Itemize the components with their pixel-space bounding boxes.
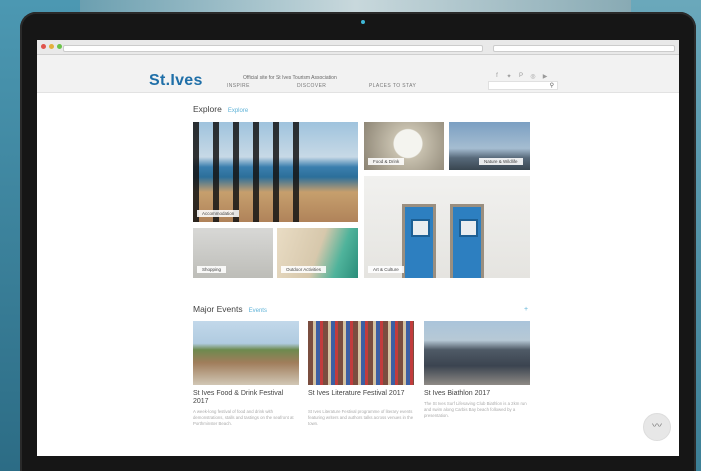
events-heading: Major Events Events	[193, 304, 267, 314]
event-image-food-drink[interactable]	[193, 321, 299, 385]
events-link[interactable]: Events	[249, 308, 267, 314]
events-title: Major Events	[193, 304, 243, 314]
explore-title: Explore	[193, 104, 222, 114]
facebook-icon[interactable]: f	[494, 73, 500, 80]
nav-item-places-to-stay[interactable]: PLACES TO STAY	[369, 83, 449, 89]
nav-item-inspire[interactable]: INSPIRE	[227, 83, 297, 89]
tile-label: Food & Drink	[368, 158, 405, 165]
site-tagline: Official site for St Ives Tourism Associ…	[243, 75, 337, 81]
browser-toolbar	[37, 40, 679, 55]
window-controls	[41, 44, 62, 49]
main-nav: INSPIRE DISCOVER PLACES TO STAY	[227, 83, 449, 89]
event-title[interactable]: St Ives Literature Festival 2017	[308, 390, 414, 398]
event-title[interactable]: St Ives Biathlon 2017	[424, 390, 530, 398]
search-icon[interactable]: ⚲	[550, 82, 554, 89]
tile-art-culture[interactable]: Art & Culture	[364, 176, 530, 278]
social-links: f ✦ P ◎ ▶	[494, 73, 548, 80]
maximize-window-icon[interactable]	[57, 44, 62, 49]
site-search-input[interactable]: ⚲	[488, 81, 558, 90]
explore-link[interactable]: Explore	[228, 108, 248, 114]
event-description: St Ives Literature Festival programme of…	[308, 409, 414, 426]
tile-accommodation[interactable]: Accommodation	[193, 122, 358, 222]
instagram-icon[interactable]: ◎	[530, 73, 536, 80]
event-image-literature[interactable]	[308, 321, 414, 385]
camera-icon	[361, 20, 365, 24]
tile-label: Outdoor Activities	[281, 266, 327, 273]
tile-shopping[interactable]: Shopping	[193, 228, 273, 278]
tile-food-drink[interactable]: Food & Drink	[364, 122, 444, 170]
blue-door-image	[402, 204, 436, 278]
tile-label: Accommodation	[197, 210, 240, 217]
close-window-icon[interactable]	[41, 44, 46, 49]
youtube-icon[interactable]: ▶	[542, 73, 548, 80]
tile-nature-wildlife[interactable]: Nature & Wildlife	[449, 122, 530, 170]
door-window	[459, 219, 478, 237]
browser-search-input[interactable]	[493, 45, 675, 52]
laptop-frame: St.Ives Official site for St Ives Touris…	[20, 12, 696, 471]
tile-label: Nature & Wildlife	[479, 158, 523, 165]
event-image-biathlon[interactable]	[424, 321, 530, 385]
event-title[interactable]: St Ives Food & Drink Festival 2017	[193, 390, 299, 406]
tile-label: Shopping	[197, 266, 227, 273]
explore-heading: Explore Explore	[193, 104, 248, 114]
tile-outdoor-activities[interactable]: Outdoor Activities	[277, 228, 358, 278]
minimize-window-icon[interactable]	[49, 44, 54, 49]
blinds-image	[193, 122, 305, 222]
twitter-icon[interactable]: ✦	[506, 73, 512, 80]
event-description: A week-long festival of food and drink w…	[193, 409, 294, 426]
site-logo[interactable]: St.Ives	[149, 72, 203, 90]
door-window	[411, 219, 430, 237]
pinterest-icon[interactable]: P	[518, 73, 524, 80]
event-description: The St Ives Surf Lifesaving Club Biathlo…	[424, 401, 527, 418]
nav-item-discover[interactable]: DISCOVER	[297, 83, 369, 89]
tile-label: Art & Culture	[368, 266, 404, 273]
wave-logo-button[interactable]: 〰	[643, 413, 671, 441]
address-bar[interactable]	[63, 45, 483, 52]
blue-door-image	[450, 204, 484, 278]
laptop-screen: St.Ives Official site for St Ives Touris…	[37, 40, 679, 456]
more-events-button[interactable]: +	[524, 306, 528, 313]
